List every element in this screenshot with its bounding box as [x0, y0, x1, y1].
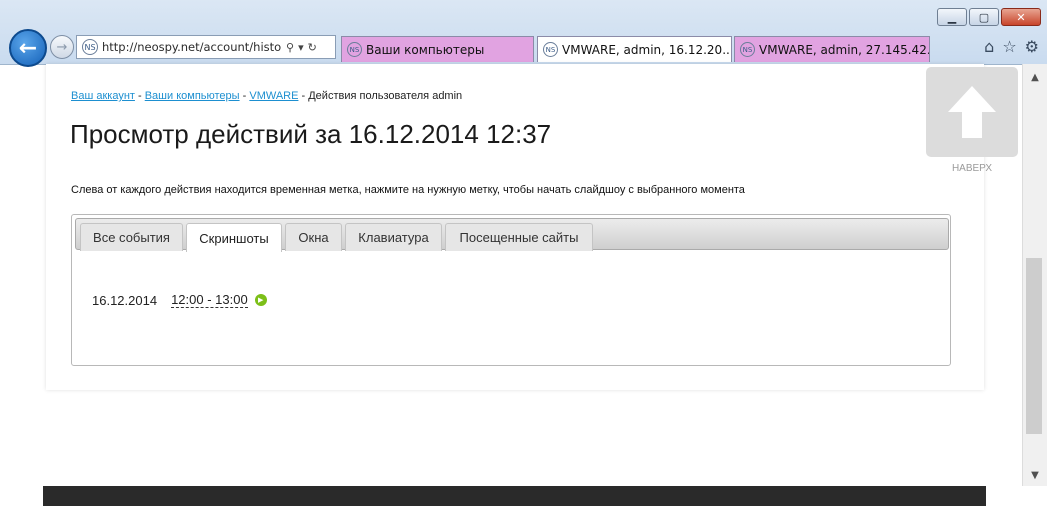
breadcrumb-separator: -	[239, 90, 250, 102]
scroll-to-top-button[interactable]	[926, 67, 1018, 157]
dropdown-chevron-icon[interactable]: ▾	[298, 41, 304, 54]
back-button[interactable]: ←	[9, 29, 47, 67]
browser-chrome: ▁ ▢ ✕ ← → NS http://neospy.net/account/h…	[0, 0, 1047, 67]
address-bar[interactable]: NS http://neospy.net/account/histor ⚲ ▾ …	[76, 35, 336, 59]
browser-tab-active[interactable]: NS VMWARE, admin, 16.12.20... ✕	[537, 36, 732, 62]
search-icon[interactable]: ⚲	[286, 41, 294, 54]
site-favicon-icon: NS	[82, 39, 98, 55]
vertical-scrollbar[interactable]: ▲ ▼	[1022, 64, 1047, 486]
address-url[interactable]: http://neospy.net/account/histor	[102, 40, 282, 54]
scroll-down-icon[interactable]: ▼	[1023, 466, 1047, 484]
minimize-button[interactable]: ▁	[937, 8, 967, 26]
activity-tabbar: Все события Скриншоты Окна Клавиатура По…	[75, 218, 949, 252]
breadcrumb-link-account[interactable]: Ваш аккаунт	[71, 90, 135, 102]
page-footer	[43, 486, 986, 506]
tab-label: VMWARE, admin, 27.145.42.90	[759, 42, 930, 57]
breadcrumb-link-vmware[interactable]: VMWARE	[249, 90, 298, 102]
tab-visited-sites[interactable]: Посещенные сайты	[445, 223, 593, 251]
tab-label: VMWARE, admin, 16.12.20...	[562, 42, 732, 57]
favorites-star-icon[interactable]: ☆	[1002, 37, 1016, 56]
tab-favicon-icon: NS	[347, 42, 362, 57]
window-controls: ▁ ▢ ✕	[937, 8, 1041, 26]
breadcrumb-separator: -	[298, 90, 309, 102]
play-icon[interactable]: ▶	[254, 294, 267, 306]
refresh-icon[interactable]: ↻	[308, 41, 317, 54]
browser-tab-computers[interactable]: NS Ваши компьютеры	[341, 36, 534, 62]
close-window-button[interactable]: ✕	[1001, 8, 1041, 26]
activity-panel: Все события Скриншоты Окна Клавиатура По…	[71, 214, 951, 366]
page-content: Ваш аккаунт - Ваши компьютеры - VMWARE -…	[46, 64, 984, 390]
entry-date: 16.12.2014	[92, 292, 158, 308]
home-icon[interactable]: ⌂	[984, 37, 994, 56]
page-title: Просмотр действий за 16.12.2014 12:37	[70, 119, 552, 149]
tab-favicon-icon: NS	[543, 42, 558, 57]
breadcrumb-link-computers[interactable]: Ваши компьютеры	[145, 90, 240, 102]
tab-favicon-icon: NS	[740, 42, 755, 57]
settings-gear-icon[interactable]: ⚙	[1025, 37, 1039, 56]
scrollbar-thumb[interactable]	[1026, 258, 1042, 434]
maximize-button[interactable]: ▢	[969, 8, 999, 26]
tab-label: Ваши компьютеры	[366, 42, 485, 57]
entry-time-range-link[interactable]: 12:00 - 13:00	[171, 292, 248, 308]
scroll-up-icon[interactable]: ▲	[1023, 68, 1047, 86]
browser-tab-vmware[interactable]: NS VMWARE, admin, 27.145.42.90	[734, 36, 930, 62]
tab-all-events[interactable]: Все события	[80, 223, 183, 251]
breadcrumb-separator: -	[134, 90, 145, 102]
breadcrumb: Ваш аккаунт - Ваши компьютеры - VMWARE -…	[71, 90, 462, 102]
breadcrumb-current: Действия пользователя admin	[308, 90, 463, 102]
forward-button[interactable]: →	[50, 35, 74, 59]
scroll-to-top-label: НАВЕРХ	[951, 163, 993, 174]
tab-keyboard[interactable]: Клавиатура	[345, 223, 442, 251]
browser-tools: ⌂ ☆ ⚙	[984, 37, 1039, 56]
page-hint: Слева от каждого действия находится врем…	[71, 184, 745, 196]
tab-windows[interactable]: Окна	[285, 223, 342, 251]
tab-screenshots[interactable]: Скриншоты	[186, 223, 282, 252]
arrow-up-icon	[948, 86, 996, 138]
screenshot-entry: 16.12.2014 12:00 - 13:00 ▶	[92, 292, 267, 308]
